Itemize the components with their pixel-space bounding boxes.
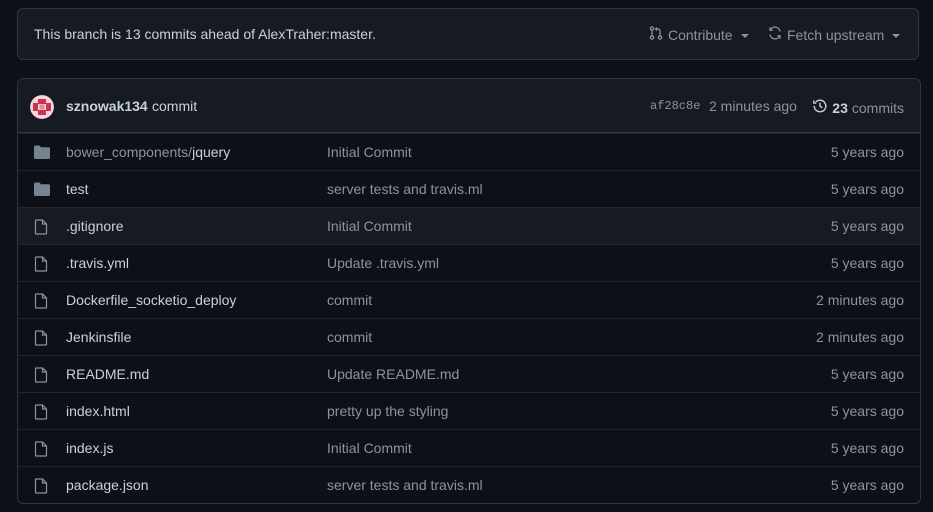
file-name: index.js xyxy=(66,440,114,456)
file-commit-age: 5 years ago xyxy=(830,255,904,271)
file-commit-message[interactable]: pretty up the styling xyxy=(327,403,448,419)
file-name-link[interactable]: Jenkinsfile xyxy=(66,329,131,345)
file-commit-message[interactable]: Initial Commit xyxy=(327,440,412,456)
commit-time: 2 minutes ago xyxy=(709,98,797,114)
file-name: jquery xyxy=(192,144,231,160)
file-commit-message[interactable]: Update .travis.yml xyxy=(327,255,439,271)
file-commit-message[interactable]: Initial Commit xyxy=(327,218,412,234)
file-name: .travis.yml xyxy=(66,255,129,271)
file-commit-message[interactable]: Initial Commit xyxy=(327,144,412,160)
file-name: Dockerfile_socketio_deploy xyxy=(66,292,237,308)
file-commit-age: 5 years ago xyxy=(830,144,904,160)
file-listing: sznowak134 commit af28c8e 2 minutes ago … xyxy=(17,78,921,504)
file-commit-age: 5 years ago xyxy=(830,181,904,197)
file-icon xyxy=(34,256,48,275)
file-row[interactable]: README.md Update README.md 5 years ago xyxy=(18,355,920,392)
branch-status-text: This branch is 13 commits ahead of AlexT… xyxy=(34,26,376,42)
folder-icon xyxy=(34,182,50,199)
file-name: .gitignore xyxy=(66,218,124,234)
pull-request-icon xyxy=(648,25,668,44)
folder-icon xyxy=(34,145,50,162)
file-commit-age: 5 years ago xyxy=(830,403,904,419)
file-row[interactable]: package.json server tests and travis.ml 5 … xyxy=(18,466,920,503)
sync-icon xyxy=(767,25,787,44)
commit-count: 23 xyxy=(832,99,848,116)
latest-commit-header: sznowak134 commit af28c8e 2 minutes ago … xyxy=(18,79,920,133)
file-name-link[interactable]: index.html xyxy=(66,403,130,419)
file-commit-message[interactable]: server tests and travis.ml xyxy=(327,477,483,493)
file-name-link[interactable]: README.md xyxy=(66,366,149,382)
file-name: test xyxy=(66,181,89,197)
file-name-link[interactable]: .gitignore xyxy=(66,218,124,234)
file-name-link[interactable]: test xyxy=(66,181,89,197)
commit-author[interactable]: sznowak134 xyxy=(66,98,148,114)
file-row[interactable]: test server tests and travis.ml 5 years ag… xyxy=(18,170,920,207)
file-name: README.md xyxy=(66,366,150,382)
file-row[interactable]: index.js Initial Commit 5 years ago xyxy=(18,429,920,466)
contribute-button[interactable]: Contribute xyxy=(648,25,749,44)
file-row[interactable]: .travis.yml Update .travis.yml 5 years ago xyxy=(18,244,920,281)
fetch-upstream-button[interactable]: Fetch upstream xyxy=(767,25,901,44)
file-commit-message[interactable]: commit xyxy=(327,292,372,308)
file-icon xyxy=(34,219,48,238)
file-name: package.json xyxy=(66,477,149,493)
file-icon xyxy=(34,404,48,423)
file-row[interactable]: Jenkinsfile commit 2 minutes ago xyxy=(18,318,920,355)
file-commit-age: 5 years ago xyxy=(830,477,904,493)
file-name-prefix: bower_components/ xyxy=(66,144,193,160)
file-name: index.html xyxy=(66,403,130,419)
file-commit-age: 5 years ago xyxy=(830,440,904,456)
file-commit-age: 5 years ago xyxy=(830,218,904,234)
file-name-link[interactable]: Dockerfile_socketio_deploy xyxy=(66,292,236,308)
branch-status-bar: This branch is 13 commits ahead of AlexT… xyxy=(17,8,919,60)
file-icon xyxy=(34,330,48,349)
history-icon xyxy=(812,98,832,117)
file-row[interactable]: Dockerfile_socketio_deploy commit 2 minute… xyxy=(18,281,920,318)
file-name-link[interactable]: index.js xyxy=(66,440,113,456)
commits-link[interactable]: 23 commits xyxy=(812,98,904,117)
commits-label: commits xyxy=(851,99,904,116)
file-icon xyxy=(34,367,48,386)
file-name-link[interactable]: .travis.yml xyxy=(66,255,129,271)
file-commit-age: 2 minutes ago xyxy=(816,329,904,345)
file-commit-message[interactable]: server tests and travis.ml xyxy=(327,181,483,197)
commit-sha[interactable]: af28c8e xyxy=(650,99,700,113)
file-commit-age: 2 minutes ago xyxy=(816,292,904,308)
file-icon xyxy=(34,441,48,460)
file-icon xyxy=(34,293,48,312)
chevron-down-icon xyxy=(892,33,901,38)
file-row[interactable]: bower_components/jquery Initial Commit 5 y… xyxy=(18,133,920,170)
file-commit-message[interactable]: Update README.md xyxy=(327,366,459,382)
chevron-down-icon xyxy=(740,33,749,38)
file-name: Jenkinsfile xyxy=(66,329,132,345)
file-commit-age: 5 years ago xyxy=(830,366,904,382)
file-name-link[interactable]: bower_components/jquery xyxy=(66,144,230,160)
avatar[interactable] xyxy=(30,95,54,119)
contribute-label: Contribute xyxy=(668,26,733,43)
fetch-upstream-label: Fetch upstream xyxy=(787,26,885,43)
file-commit-message[interactable]: commit xyxy=(327,329,372,345)
commit-message[interactable]: commit xyxy=(152,98,197,114)
file-row[interactable]: index.html pretty up the styling 5 years a… xyxy=(18,392,920,429)
file-row[interactable]: .gitignore Initial Commit 5 years ago xyxy=(18,207,920,244)
file-icon xyxy=(34,478,48,497)
file-name-link[interactable]: package.json xyxy=(66,477,149,493)
